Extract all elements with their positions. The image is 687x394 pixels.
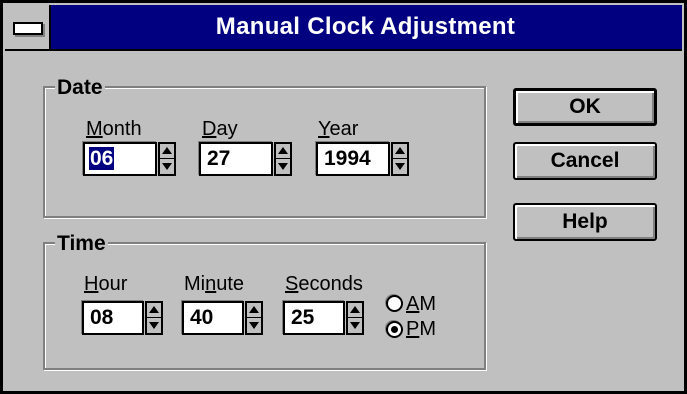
seconds-down-arrow-icon[interactable] [348, 319, 362, 333]
year-up-arrow-icon[interactable] [393, 144, 407, 159]
system-menu-button[interactable] [5, 5, 51, 49]
hour-field[interactable]: 08 [82, 301, 144, 335]
day-label: Day [202, 118, 238, 140]
seconds-label: Seconds [285, 273, 363, 295]
seconds-up-arrow-icon[interactable] [348, 303, 362, 318]
minute-up-arrow-icon[interactable] [247, 303, 261, 318]
title-bar: Manual Clock Adjustment [5, 5, 682, 51]
minute-spinner[interactable] [245, 301, 263, 335]
pm-radio-icon[interactable] [386, 321, 403, 338]
year-label: Year [318, 118, 359, 140]
system-menu-icon [13, 22, 43, 35]
time-group-label: Time [55, 232, 108, 256]
help-button[interactable]: Help [513, 203, 657, 241]
day-up-arrow-icon[interactable] [276, 144, 290, 159]
hour-label: Hour [84, 273, 128, 295]
month-spinner[interactable] [158, 142, 176, 176]
ok-button[interactable]: OK [513, 88, 657, 126]
hour-up-arrow-icon[interactable] [147, 303, 161, 318]
month-label: Month [86, 118, 142, 140]
seconds-field[interactable]: 25 [283, 301, 345, 335]
minute-field[interactable]: 40 [182, 301, 244, 335]
month-up-arrow-icon[interactable] [160, 144, 174, 159]
dialog-title: Manual Clock Adjustment [215, 13, 516, 40]
minute-label: Minute [184, 273, 245, 295]
day-down-arrow-icon[interactable] [276, 160, 290, 174]
hour-spinner[interactable] [145, 301, 163, 335]
month-field[interactable]: 06 [83, 142, 157, 176]
year-spinner[interactable] [391, 142, 409, 176]
am-radio-icon[interactable] [386, 295, 403, 312]
pm-label[interactable]: PM [406, 318, 436, 341]
year-down-arrow-icon[interactable] [393, 160, 407, 174]
cancel-button[interactable]: Cancel [513, 142, 657, 180]
year-field[interactable]: 1994 [316, 142, 390, 176]
day-field[interactable]: 27 [199, 142, 273, 176]
date-group-label: Date [55, 76, 105, 100]
month-value: 06 [89, 147, 115, 170]
manual-clock-dialog: Manual Clock Adjustment Date Month 06 Da… [0, 0, 687, 394]
am-label[interactable]: AM [406, 293, 436, 316]
hour-down-arrow-icon[interactable] [147, 319, 161, 333]
minute-down-arrow-icon[interactable] [247, 319, 261, 333]
seconds-spinner[interactable] [346, 301, 364, 335]
month-down-arrow-icon[interactable] [160, 160, 174, 174]
day-spinner[interactable] [274, 142, 292, 176]
